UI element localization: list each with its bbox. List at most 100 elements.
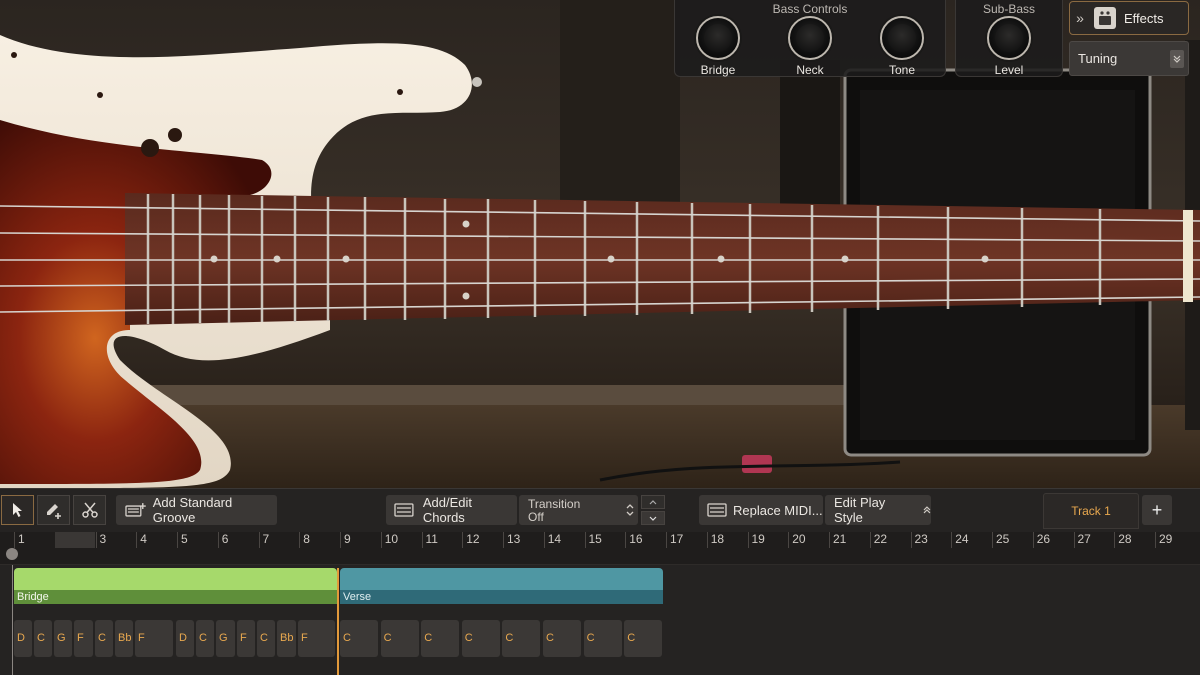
pedal-icon [1094, 7, 1116, 29]
expand-chevron-icon: » [1076, 10, 1084, 26]
effects-button[interactable]: » Effects [1069, 1, 1189, 35]
chevron-up-icon [649, 499, 657, 504]
playhead-handle[interactable] [6, 548, 18, 560]
chord-block[interactable]: Bb [277, 620, 296, 657]
transition-label: Transition [528, 497, 581, 511]
bar-number: 1 [14, 532, 25, 548]
replace-midi-button[interactable]: Replace MIDI... [699, 495, 823, 525]
chord-block[interactable]: C [380, 620, 419, 657]
chord-block[interactable]: C [543, 620, 581, 657]
bar-number: 22 [869, 532, 887, 548]
updown-chevron-icon [626, 504, 634, 516]
bar-number: 16 [625, 532, 643, 548]
tone-knob-group: Tone [867, 16, 937, 77]
scissors-icon [81, 502, 98, 518]
chord-block[interactable]: C [34, 620, 52, 657]
bar-number: 28 [1114, 532, 1132, 548]
chord-block[interactable]: C [502, 620, 541, 657]
pencil-plus-icon [46, 504, 61, 519]
bass-controls-title: Bass Controls [772, 2, 848, 16]
tone-knob[interactable] [880, 16, 924, 60]
chord-block[interactable]: C [421, 620, 460, 657]
section-verse[interactable]: Verse [340, 568, 663, 604]
edit-play-style-button[interactable]: Edit Play Style [825, 495, 931, 525]
edit-play-style-label: Edit Play Style [834, 495, 886, 525]
chord-block[interactable]: F [237, 620, 255, 657]
bar-number: 21 [829, 532, 846, 548]
bar-number: 9 [340, 532, 351, 548]
level-knob[interactable] [987, 16, 1031, 60]
add-edit-chords-button[interactable]: Add/Edit Chords [386, 495, 517, 525]
level-knob-group: Level [974, 16, 1044, 77]
timeline-ruler[interactable]: 1234567891011121314151617181920212223242… [0, 532, 1200, 565]
cut-tool-button[interactable] [73, 495, 106, 525]
chord-block[interactable]: C [583, 620, 622, 657]
bridge-knob-label: Bridge [700, 63, 736, 77]
replace-midi-label: Replace MIDI... [733, 502, 823, 518]
neck-knob[interactable] [788, 16, 832, 60]
track-1-tab[interactable]: Track 1 [1043, 493, 1139, 529]
track-1-label: Track 1 [1071, 504, 1111, 518]
midi-icon [707, 503, 727, 517]
chord-block[interactable]: D [176, 620, 194, 657]
add-standard-groove-button[interactable]: Add Standard Groove [116, 495, 277, 525]
sub-bass-title: Sub-Bass [982, 2, 1036, 16]
chord-block[interactable]: F [135, 620, 173, 657]
arrow-icon [12, 503, 22, 517]
transition-value: Off [528, 510, 544, 524]
chord-block[interactable]: C [95, 620, 113, 657]
chord-block[interactable]: F [74, 620, 93, 657]
chord-block[interactable]: G [54, 620, 72, 657]
chord-block[interactable]: D [14, 620, 32, 657]
bar-number: 4 [136, 532, 147, 548]
chevron-down-icon [649, 516, 657, 521]
section-boundary[interactable] [337, 568, 339, 675]
select-tool-button[interactable] [1, 495, 34, 525]
tuning-select[interactable]: Tuning [1069, 41, 1189, 76]
playhead-line [12, 565, 13, 675]
groove-add-icon [125, 503, 146, 517]
chord-block[interactable]: C [461, 620, 500, 657]
bar-number: 11 [421, 532, 438, 548]
chord-block[interactable]: Bb [115, 620, 133, 657]
chevron-down-icon [1170, 50, 1184, 68]
chord-block[interactable]: C [257, 620, 275, 657]
section-verse-label: Verse [340, 590, 663, 604]
chord-block[interactable]: C [624, 620, 663, 657]
toolbar: Add Standard Groove Add/Edit Chords Tran… [0, 488, 1200, 533]
bar-number: 15 [584, 532, 602, 548]
ruler-highlight [55, 532, 95, 548]
bar-number: 14 [543, 532, 561, 548]
chord-block[interactable]: F [298, 620, 335, 657]
bar-number: 18 [706, 532, 724, 548]
add-edit-chords-label: Add/Edit Chords [422, 495, 473, 525]
add-standard-groove-label: Add Standard Groove [152, 495, 233, 525]
bar-number: 26 [1032, 532, 1050, 548]
bass-controls-panel: Bass Controls Bridge Neck Tone [674, 0, 946, 77]
stepper-up-button[interactable] [641, 495, 665, 509]
transition-select[interactable]: Transition Off [519, 495, 638, 525]
section-bridge-label: Bridge [14, 590, 337, 604]
bar-number: 8 [299, 532, 310, 548]
section-bridge[interactable]: Bridge [14, 568, 337, 604]
bar-number: 24 [951, 532, 969, 548]
chord-block[interactable]: G [216, 620, 235, 657]
bar-number: 12 [462, 532, 480, 548]
chevron-double-up-icon [923, 506, 931, 514]
chord-block[interactable]: C [340, 620, 378, 657]
level-knob-label: Level [994, 63, 1024, 77]
draw-tool-button[interactable] [37, 495, 70, 525]
arrangement-track: Bridge Verse D C G F C Bb F D C G F C Bb F C C C C C C C C [0, 565, 1200, 675]
bridge-knob-group: Bridge [683, 16, 753, 77]
stepper-down-button[interactable] [641, 511, 665, 525]
chord-block[interactable]: C [196, 620, 214, 657]
bar-number: 27 [1073, 532, 1091, 548]
sub-bass-panel: Sub-Bass Level [955, 0, 1063, 77]
add-track-button[interactable]: + [1142, 495, 1172, 525]
effects-label: Effects [1124, 10, 1164, 26]
bar-number: 25 [992, 532, 1009, 548]
bar-number: 19 [747, 532, 765, 548]
bar-number: 17 [666, 532, 683, 548]
bridge-knob[interactable] [696, 16, 740, 60]
plus-icon: + [1151, 499, 1163, 520]
